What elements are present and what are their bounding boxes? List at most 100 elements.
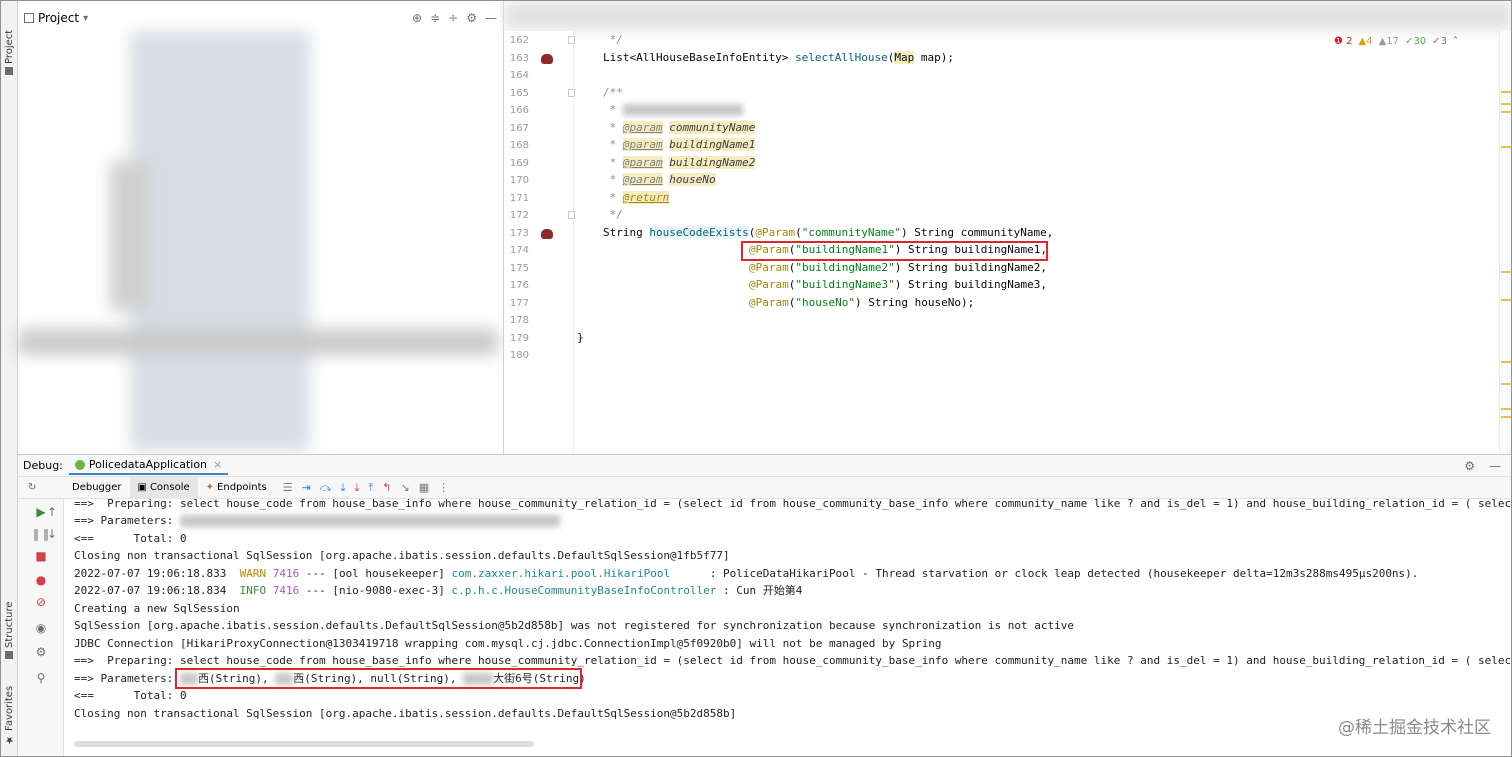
close-icon[interactable]: × <box>213 458 222 471</box>
scroll-up-icon[interactable]: ↑ <box>44 505 60 519</box>
console-text: ==> Preparing: <box>74 654 180 667</box>
blurred-comment <box>622 104 743 116</box>
code-text: /** <box>603 86 623 99</box>
camera-icon[interactable]: ◉ <box>18 621 64 635</box>
structure-tool-tab-label: Structure <box>4 601 15 648</box>
console-line: Closing non transactional SqlSession [or… <box>74 549 730 562</box>
line-number: 177 <box>509 298 529 309</box>
stripe-marker <box>1501 408 1511 410</box>
stripe-marker <box>1501 271 1511 273</box>
locate-icon[interactable]: ⊕ <box>412 11 422 25</box>
log-message: : PoliceDataHikariPool - Thread starvati… <box>670 567 1419 580</box>
console-horizontal-scrollbar[interactable] <box>74 741 534 747</box>
log-message: : Cun 开始第4 <box>716 584 803 597</box>
console-line: SqlSession [org.apache.ibatis.session.de… <box>74 619 1075 632</box>
highlight-box-annotation <box>175 668 582 689</box>
stripe-marker <box>1501 91 1511 93</box>
console-output[interactable]: ==> Preparing: select house_code from ho… <box>74 497 1511 749</box>
force-step-into-icon[interactable]: ⤓ <box>355 481 360 495</box>
folder-icon <box>5 67 14 75</box>
mute-breakpoints-icon[interactable]: ⊘ <box>18 595 64 609</box>
chevron-down-icon[interactable]: ▾ <box>83 13 88 24</box>
console-line: ==> Parameters: <box>74 512 560 530</box>
collapse-all-icon[interactable]: ÷ <box>448 11 458 25</box>
console-line: <== Total: 0 <box>74 689 187 702</box>
mybatis-mapper-icon[interactable] <box>541 229 553 239</box>
tab-console-label: Console <box>149 482 190 493</box>
project-panel-toolbar: ⊕ ≑ ÷ ⚙ — <box>412 11 497 25</box>
code-line: @Param("buildingName3") String buildingN… <box>749 278 1048 291</box>
run-config-tab[interactable]: PolicedataApplication × <box>68 456 229 475</box>
structure-tool-tab[interactable]: Structure <box>2 597 17 659</box>
editor-tabs-blurred <box>504 1 1511 31</box>
tab-endpoints-label: Endpoints <box>217 482 267 493</box>
expand-all-icon[interactable]: ≑ <box>430 11 440 25</box>
console-text: select house_code from house_base_info w… <box>179 654 1512 667</box>
gear-icon[interactable]: ⚙ <box>466 11 477 25</box>
code-editor: ❶ 2 ▲4 ▲17 ✓30 ✓3 ˄ 162 163 164 165 166 … <box>504 1 1511 454</box>
project-tree-blurred <box>130 31 310 451</box>
favorites-tool-tab[interactable]: ★ Favorites <box>2 677 17 745</box>
more-icon[interactable]: ⋮ <box>438 481 449 495</box>
console-icon: ▣ <box>137 482 147 493</box>
project-view-icon <box>24 13 34 23</box>
rerun-button-area: ↻ <box>18 477 64 499</box>
evaluate-expression-icon[interactable]: ▦ <box>419 481 429 495</box>
line-number: 162 <box>509 35 529 46</box>
view-breakpoints-icon[interactable]: ● <box>18 573 64 587</box>
project-panel-title[interactable]: Project <box>38 11 79 25</box>
code-area[interactable]: */ List<AllHouseBaseInfoEntity> selectAl… <box>574 31 1494 454</box>
step-over-icon[interactable]: ⤼ <box>320 481 332 495</box>
mybatis-mapper-icon[interactable] <box>541 54 553 64</box>
line-number: 175 <box>509 263 529 274</box>
settings-icon[interactable]: ⚙ <box>18 645 64 659</box>
debug-side-toolbar: ▶ ↑ ❚❚ ↓ ■ ● ⊘ ◉ ⚙ ⚲ <box>18 499 64 756</box>
minimize-icon[interactable]: — <box>1489 459 1501 473</box>
line-number: 178 <box>509 315 529 326</box>
log-thread: --- [ool housekeeper] <box>305 567 445 580</box>
debug-tool-window: Debug: PolicedataApplication × ⚙ — ↻ Deb… <box>18 454 1511 756</box>
console-text: ==> Preparing: <box>74 497 180 510</box>
log-pid: 7416 <box>272 584 300 597</box>
drop-frame-icon[interactable]: ↰ <box>382 481 391 495</box>
editor-error-stripe[interactable] <box>1499 31 1511 454</box>
layout-menu-icon[interactable]: ☰ <box>283 481 293 495</box>
code-line: /** <box>603 84 623 102</box>
rerun-icon[interactable]: ↻ <box>28 482 36 493</box>
console-line: 2022-07-07 19:06:18.833 WARN 7416 --- [o… <box>74 565 1418 583</box>
gear-icon[interactable]: ⚙ <box>1464 459 1475 473</box>
code-line: String houseCodeExists(@Param("community… <box>603 226 1054 239</box>
line-number: 174 <box>509 245 529 256</box>
stripe-marker <box>1501 146 1511 148</box>
step-out-icon[interactable]: ⤒ <box>368 481 373 495</box>
line-number: 169 <box>509 158 529 169</box>
code-line: List<AllHouseBaseInfoEntity> selectAllHo… <box>603 51 955 64</box>
minimize-icon[interactable]: — <box>485 11 497 25</box>
log-logger[interactable]: c.p.h.c.HouseCommunityBaseInfoController <box>452 584 717 597</box>
code-line: * @return <box>603 191 670 204</box>
show-execution-point-icon[interactable]: ⇥ <box>302 481 311 495</box>
code-line: } <box>577 329 584 347</box>
stripe-marker <box>1501 103 1511 105</box>
log-logger[interactable]: com.zaxxer.hikari.pool.HikariPool <box>452 567 671 580</box>
line-number: 165 <box>509 88 529 99</box>
line-number: 163 <box>509 53 529 64</box>
step-into-icon[interactable]: ⤓ <box>341 481 346 495</box>
console-line: Creating a new SqlSession <box>74 602 240 615</box>
tab-debugger-label: Debugger <box>72 482 122 493</box>
project-tool-tab[interactable]: Project <box>2 15 17 75</box>
debug-label: Debug: <box>23 459 63 472</box>
scroll-down-icon[interactable]: ↓ <box>44 527 60 541</box>
line-number: 179 <box>509 333 529 344</box>
code-line: * <box>603 101 743 119</box>
line-number: 166 <box>509 105 529 116</box>
console-line: 2022-07-07 19:06:18.834 INFO 7416 --- [n… <box>74 582 802 600</box>
code-line: @Param("houseNo") String houseNo); <box>749 296 975 309</box>
run-to-cursor-icon[interactable]: ↘ <box>400 481 409 495</box>
spring-boot-icon <box>74 459 85 470</box>
stripe-marker <box>1501 416 1511 418</box>
highlight-box-annotation <box>741 241 1048 261</box>
debugger-toolbar: ☰ ⇥ ⤼ ⤓ ⤓ ⤒ ↰ ↘ ▦ ⋮ <box>275 481 449 495</box>
pin-icon[interactable]: ⚲ <box>18 671 64 685</box>
stop-icon[interactable]: ■ <box>18 549 64 563</box>
